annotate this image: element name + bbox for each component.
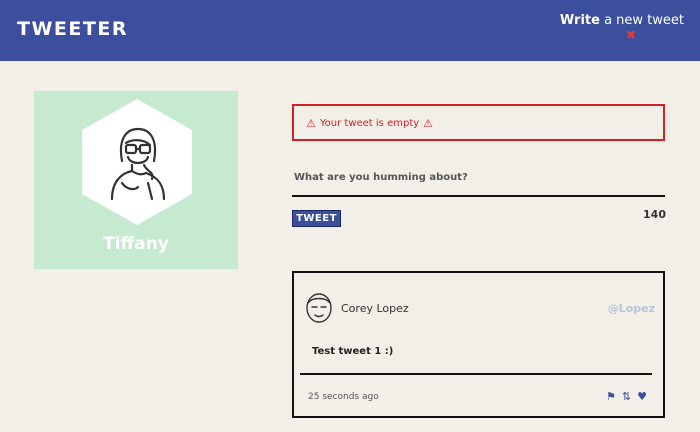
tweet-body: Test tweet 1 :) <box>312 346 394 357</box>
profile-name: Tiffany <box>103 234 169 254</box>
tweet-card: Corey Lopez @Lopez Test tweet 1 :) 25 se… <box>292 271 665 418</box>
tweet-handle[interactable]: @Lopez <box>608 302 655 315</box>
divider <box>300 373 652 375</box>
tweet-author[interactable]: Corey Lopez <box>341 302 409 315</box>
top-navbar: TWEETER Write a new tweet ✖ <box>0 0 700 61</box>
write-label: Write <box>559 13 600 28</box>
user-avatar-icon <box>82 99 192 225</box>
new-tweet-label: a new tweet <box>599 13 684 28</box>
write-new-tweet-button[interactable]: Write a new tweet <box>560 13 684 28</box>
tweet-input[interactable] <box>292 160 665 197</box>
app-logo[interactable]: TWEETER <box>17 18 128 40</box>
error-alert: ⚠ Your tweet is empty ⚠ <box>292 104 665 141</box>
warning-icon: ⚠ <box>306 117 316 130</box>
tweet-button[interactable]: TWEET <box>292 210 341 227</box>
tweet-timestamp: 25 seconds ago <box>308 392 379 402</box>
flag-icon[interactable]: ⚑ <box>606 390 616 403</box>
author-avatar-icon <box>306 293 332 323</box>
char-counter: 140 <box>643 208 666 221</box>
tweet-actions: ⚑ ⇅ ♥ <box>606 390 647 403</box>
heart-icon[interactable]: ♥ <box>637 390 647 403</box>
chevron-down-icon[interactable]: ✖ <box>626 28 636 42</box>
warning-icon: ⚠ <box>423 117 434 130</box>
error-message: Your tweet is empty <box>319 118 420 129</box>
retweet-icon[interactable]: ⇅ <box>622 390 631 403</box>
profile-card: Tiffany <box>34 91 238 269</box>
